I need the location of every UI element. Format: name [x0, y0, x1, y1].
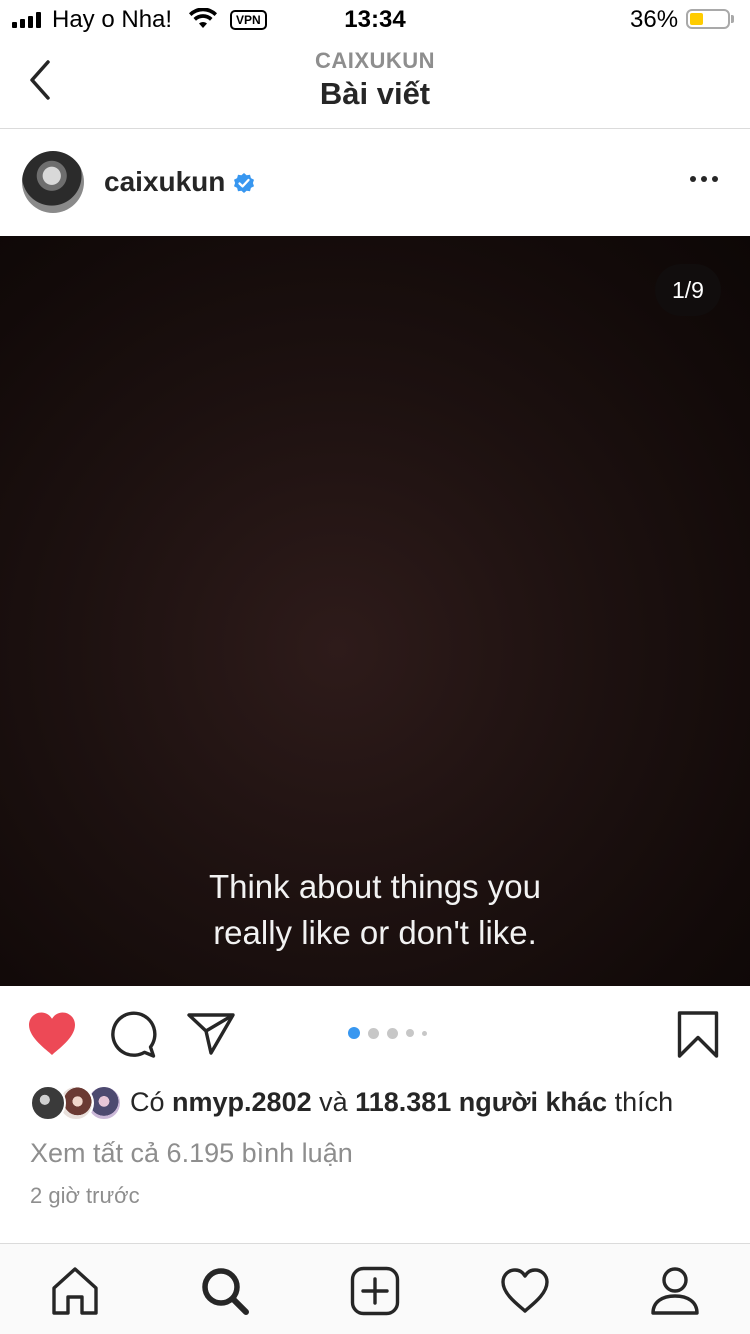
tab-activity[interactable] [500, 1266, 550, 1316]
post-author-username[interactable]: caixukun [104, 166, 225, 198]
battery-icon [686, 9, 730, 29]
carousel-indicator [348, 1027, 427, 1039]
verified-badge-icon [234, 173, 254, 193]
liker-username[interactable]: nmyp.2802 [172, 1087, 312, 1117]
add-post-icon [350, 1266, 400, 1316]
status-bar: Hay o Nha! VPN 13:34 36% [0, 0, 750, 40]
tab-home[interactable] [50, 1266, 100, 1316]
heart-filled-icon [29, 1012, 75, 1055]
liker-avatars[interactable] [30, 1085, 122, 1121]
profile-icon [651, 1267, 699, 1315]
image-caption-line-2: really like or don't like. [213, 914, 537, 951]
likes-suffix: thích [614, 1087, 674, 1117]
carousel-dot [368, 1027, 379, 1039]
like-button[interactable] [27, 1011, 77, 1057]
header-account-name: CAIXUKUN [314, 48, 436, 73]
bookmark-icon [677, 1011, 719, 1058]
send-icon [187, 1013, 235, 1055]
post-author-avatar[interactable] [22, 151, 84, 213]
post-timestamp: 2 giờ trước [30, 1183, 140, 1208]
save-button[interactable] [677, 1011, 719, 1059]
page-title: Bài viết [319, 76, 431, 111]
tab-search[interactable] [200, 1266, 250, 1316]
likes-connector: và [319, 1087, 348, 1117]
carousel-dot [348, 1027, 360, 1039]
home-icon [52, 1267, 98, 1315]
tab-bar [0, 1244, 750, 1334]
more-dot [701, 176, 707, 182]
more-options-button[interactable] [690, 176, 722, 188]
more-dot [712, 176, 718, 182]
carousel-dot [422, 1030, 427, 1036]
tab-new-post[interactable] [350, 1266, 400, 1316]
comment-button[interactable] [109, 1011, 157, 1059]
share-button[interactable] [187, 1012, 235, 1056]
battery-percent: 36% [630, 6, 679, 33]
likes-summary[interactable]: Có nmyp.2802 và 118.381 người khác thích [130, 1087, 673, 1118]
battery-nub [731, 15, 734, 23]
carousel-dot [406, 1029, 414, 1037]
post-image[interactable]: Think about things you really like or do… [0, 236, 750, 986]
image-caption-line-1: Think about things you [208, 868, 542, 905]
likes-prefix: Có [130, 1087, 165, 1117]
image-counter: 1/9 [655, 264, 721, 316]
liker-avatar [30, 1085, 66, 1121]
likes-others-count[interactable]: 118.381 người khác [355, 1087, 607, 1117]
search-icon [202, 1268, 249, 1315]
activity-heart-icon [501, 1268, 549, 1313]
header-divider [0, 128, 750, 129]
tab-profile[interactable] [650, 1266, 700, 1316]
view-all-comments-link[interactable]: Xem tất cả 6.195 bình luận [30, 1138, 353, 1169]
carousel-dot [387, 1027, 398, 1039]
more-dot [690, 176, 696, 182]
comment-icon [111, 1011, 157, 1058]
battery-level-fill [690, 13, 703, 25]
